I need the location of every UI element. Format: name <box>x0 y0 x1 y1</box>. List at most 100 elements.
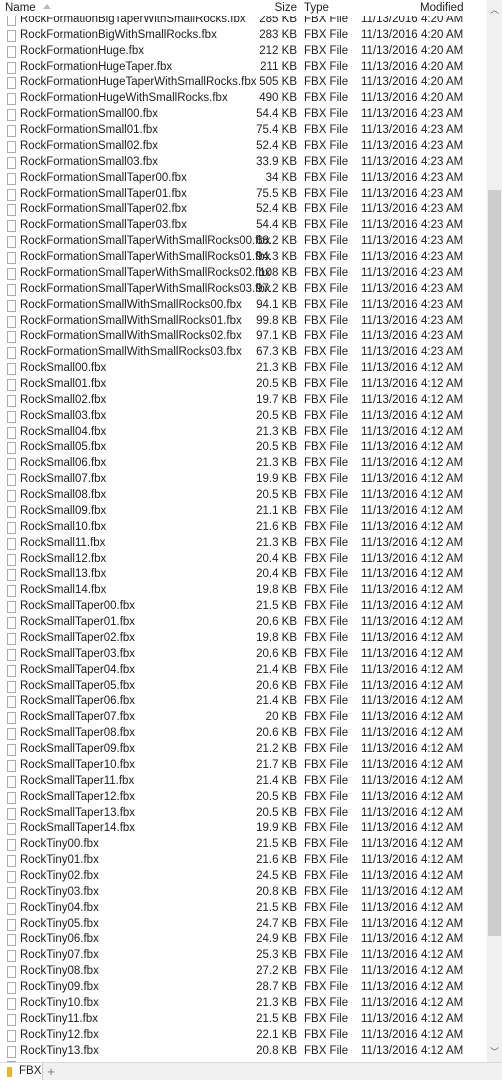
file-type: FBX File <box>304 568 349 581</box>
file-row[interactable]: RockTiny02.fbx 24.5 KB FBX File 11/13/2016 4… <box>0 869 486 885</box>
file-size: 94.1 KB <box>256 298 297 311</box>
file-row[interactable]: RockSmall11.fbx 21.3 KB FBX File 11/13/2016… <box>0 536 486 552</box>
file-row[interactable]: RockFormationHugeWithSmallRocks.fbx 490 K… <box>0 91 486 107</box>
file-size: 21.1 KB <box>256 504 297 517</box>
file-row[interactable]: RockFormationSmall01.fbx 75.4 KB FBX File 1… <box>0 123 486 139</box>
file-row[interactable]: RockSmallTaper11.fbx 21.4 KB FBX File 11/13… <box>0 774 486 790</box>
file-time: 4:12 AM <box>421 933 464 946</box>
file-row[interactable]: RockFormationHugeTaperWithSmallRocks.fbx… <box>0 75 486 91</box>
column-size-header[interactable]: Size <box>275 2 297 14</box>
file-row[interactable]: RockFormationBigWithSmallRocks.fbx 283 KB… <box>0 28 486 44</box>
file-row[interactable]: RockTiny09.fbx 28.7 KB FBX File 11/13/2016 4… <box>0 980 486 996</box>
file-row[interactable]: RockFormationSmall03.fbx 33.9 KB FBX File 1… <box>0 155 486 171</box>
file-type: FBX File <box>304 187 349 200</box>
file-icon <box>7 553 16 566</box>
file-row[interactable]: RockTiny06.fbx 24.9 KB FBX File 11/13/2016 4… <box>0 932 486 948</box>
file-icon <box>7 267 16 280</box>
file-icon <box>7 966 16 979</box>
file-icon <box>7 775 16 788</box>
file-row[interactable]: RockSmallTaper08.fbx 20.6 KB FBX File 11/13… <box>0 726 486 742</box>
file-row[interactable]: RockSmallTaper04.fbx 21.4 KB FBX File 11/13… <box>0 663 486 679</box>
file-row[interactable]: RockSmallTaper02.fbx 19.8 KB FBX File 11/13… <box>0 631 486 647</box>
file-row[interactable]: RockSmall08.fbx 20.5 KB FBX File 11/13/2016… <box>0 488 486 504</box>
file-row[interactable]: RockTiny04.fbx 21.5 KB FBX File 11/13/2016 4… <box>0 901 486 917</box>
file-date: 11/13/2016 <box>361 885 418 898</box>
file-row[interactable]: RockSmall12.fbx 20.4 KB FBX File 11/13/2016… <box>0 552 486 568</box>
vertical-scrollbar[interactable]: ︿ ﹀ <box>487 0 502 1062</box>
file-row[interactable]: RockSmallTaper10.fbx 21.7 KB FBX File 11/13… <box>0 758 486 774</box>
file-row[interactable]: RockSmall01.fbx 20.5 KB FBX File 11/13/2016… <box>0 377 486 393</box>
file-time: 4:12 AM <box>421 965 464 978</box>
file-row[interactable]: RockSmallTaper14.fbx 19.9 KB FBX File 11/13… <box>0 821 486 837</box>
file-type: FBX File <box>304 552 349 565</box>
file-row[interactable]: RockSmall14.fbx 19.8 KB FBX File 11/13/2016… <box>0 583 486 599</box>
column-name-header[interactable]: Name <box>5 2 36 14</box>
file-row[interactable]: RockFormationSmallTaperWithSmallRocks00.… <box>0 234 486 250</box>
file-row[interactable]: RockTiny12.fbx 22.1 KB FBX File 11/13/2016 4… <box>0 1028 486 1044</box>
file-row[interactable]: RockSmall05.fbx 20.5 KB FBX File 11/13/2016… <box>0 440 486 456</box>
file-row[interactable]: RockSmall09.fbx 21.1 KB FBX File 11/13/2016… <box>0 504 486 520</box>
file-row[interactable]: RockTiny10.fbx 21.3 KB FBX File 11/13/2016 4… <box>0 996 486 1012</box>
file-size: 21.7 KB <box>256 758 297 771</box>
column-type-header[interactable]: Type <box>304 2 329 14</box>
file-row[interactable]: RockSmall04.fbx 21.3 KB FBX File 11/13/2016… <box>0 425 486 441</box>
file-icon <box>7 902 16 915</box>
chevron-down-icon[interactable]: ﹀ <box>487 1044 502 1060</box>
tab-fbx[interactable]: FBX <box>0 1063 43 1080</box>
file-row[interactable]: RockSmallTaper07.fbx 20 KB FBX File 11/13/2… <box>0 710 486 726</box>
file-row[interactable]: RockTiny11.fbx 21.5 KB FBX File 11/13/2016 4… <box>0 1012 486 1028</box>
file-name: RockSmall08.fbx <box>20 489 107 502</box>
file-row[interactable]: RockSmall00.fbx 21.3 KB FBX File 11/13/2016… <box>0 361 486 377</box>
file-row[interactable]: RockFormationSmall00.fbx 54.4 KB FBX File 1… <box>0 107 486 123</box>
file-row[interactable]: RockSmallTaper03.fbx 20.6 KB FBX File 11/13… <box>0 647 486 663</box>
file-row[interactable]: RockTiny03.fbx 20.8 KB FBX File 11/13/2016 4… <box>0 885 486 901</box>
file-row[interactable]: RockSmallTaper12.fbx 20.5 KB FBX File 11/13… <box>0 790 486 806</box>
file-row[interactable]: RockSmall06.fbx 21.3 KB FBX File 11/13/2016… <box>0 456 486 472</box>
file-row[interactable]: RockTiny01.fbx 21.6 KB FBX File 11/13/2016 4… <box>0 853 486 869</box>
file-row[interactable]: RockFormationSmallTaper01.fbx 75.5 KB FBX … <box>0 187 486 203</box>
file-row[interactable]: RockFormationSmallWithSmallRocks03.fbx 67… <box>0 345 486 361</box>
plus-icon[interactable]: + <box>44 1064 58 1079</box>
file-row[interactable]: RockFormationSmall02.fbx 52.4 KB FBX File 1… <box>0 139 486 155</box>
file-icon <box>7 188 16 201</box>
file-time: 4:12 AM <box>421 378 464 390</box>
file-icon <box>7 759 16 772</box>
file-row[interactable]: RockFormationSmallTaper00.fbx 34 KB FBX Fi… <box>0 171 486 187</box>
file-row[interactable]: RockTiny08.fbx 27.2 KB FBX File 11/13/2016 4… <box>0 964 486 980</box>
file-row[interactable]: RockFormationSmallTaperWithSmallRocks03.… <box>0 282 486 298</box>
file-row[interactable]: RockFormationSmallTaperWithSmallRocks02.… <box>0 266 486 282</box>
file-row[interactable]: RockSmallTaper05.fbx 20.6 KB FBX File 11/13… <box>0 679 486 695</box>
file-row[interactable]: RockTiny07.fbx 25.3 KB FBX File 11/13/2016 4… <box>0 948 486 964</box>
scrollbar-thumb[interactable] <box>488 190 501 936</box>
file-row[interactable]: RockFormationSmallWithSmallRocks02.fbx 97… <box>0 329 486 345</box>
file-row[interactable]: RockTiny05.fbx 24.7 KB FBX File 11/13/2016 4… <box>0 917 486 933</box>
file-row[interactable]: RockSmall07.fbx 19.9 KB FBX File 11/13/2016… <box>0 472 486 488</box>
file-row[interactable]: RockSmallTaper06.fbx 21.4 KB FBX File 11/13… <box>0 694 486 710</box>
file-row[interactable]: RockFormationHugeTaper.fbx 211 KB FBX File… <box>0 60 486 76</box>
file-time: 4:12 AM <box>421 727 464 740</box>
file-row[interactable]: RockFormationSmallWithSmallRocks01.fbx 99… <box>0 314 486 330</box>
chevron-up-icon[interactable]: ︿ <box>487 2 502 18</box>
file-row[interactable]: RockTiny13.fbx 20.8 KB FBX File 11/13/2016 4… <box>0 1044 486 1060</box>
file-row[interactable]: RockFormationHuge.fbx 212 KB FBX File 11/13… <box>0 44 486 60</box>
file-row[interactable]: RockSmallTaper13.fbx 20.5 KB FBX File 11/13… <box>0 806 486 822</box>
column-modified-header[interactable]: Modified <box>420 2 463 14</box>
file-date: 11/13/2016 <box>361 600 418 613</box>
file-size: 505 KB <box>259 76 297 89</box>
file-row[interactable]: RockSmall10.fbx 21.6 KB FBX File 11/13/2016… <box>0 520 486 536</box>
file-row[interactable]: RockSmall13.fbx 20.4 KB FBX File 11/13/2016… <box>0 567 486 583</box>
file-time: 4:12 AM <box>421 901 464 914</box>
file-row[interactable]: RockSmall02.fbx 19.7 KB FBX File 11/13/2016… <box>0 393 486 409</box>
file-row[interactable]: RockTiny00.fbx 21.5 KB FBX File 11/13/2016 4… <box>0 837 486 853</box>
file-row[interactable]: RockSmallTaper00.fbx 21.5 KB FBX File 11/13… <box>0 599 486 615</box>
file-row[interactable]: RockSmallTaper09.fbx 21.2 KB FBX File 11/13… <box>0 742 486 758</box>
file-time: 4:12 AM <box>421 1044 464 1057</box>
file-row[interactable]: RockFormationSmallTaper02.fbx 52.4 KB FBX … <box>0 202 486 218</box>
file-row[interactable]: RockFormationSmallTaper03.fbx 54.4 KB FBX … <box>0 218 486 234</box>
file-size: 21.5 KB <box>256 600 297 613</box>
file-name: RockFormationHuge.fbx <box>20 44 144 57</box>
file-row[interactable]: RockSmallTaper01.fbx 20.6 KB FBX File 11/13… <box>0 615 486 631</box>
file-row[interactable]: RockSmall03.fbx 20.5 KB FBX File 11/13/2016… <box>0 409 486 425</box>
file-row[interactable]: RockFormationSmallWithSmallRocks00.fbx 94… <box>0 298 486 314</box>
file-row[interactable]: RockFormationSmallTaperWithSmallRocks01.… <box>0 250 486 266</box>
